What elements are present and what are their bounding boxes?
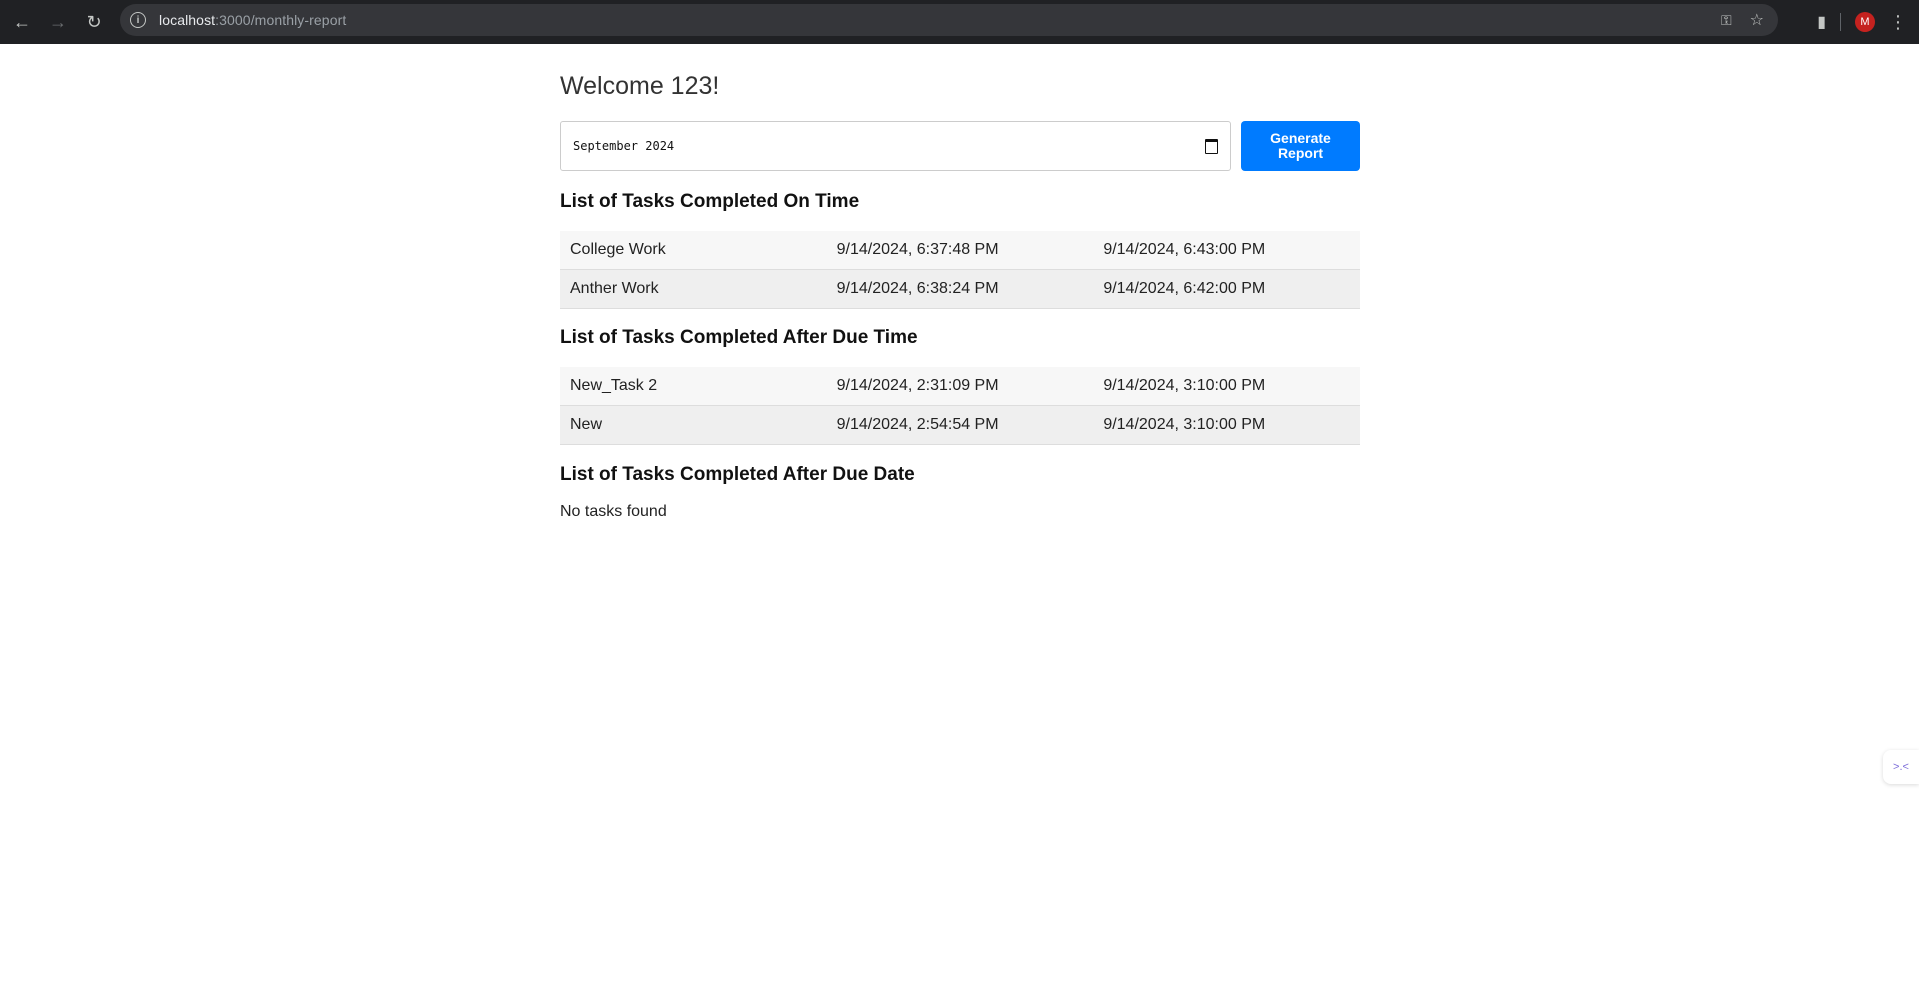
table-row: College Work 9/14/2024, 6:37:48 PM 9/14/… [560,231,1360,270]
table-row: Anther Work 9/14/2024, 6:38:24 PM 9/14/2… [560,269,1360,309]
calendar-icon[interactable] [1205,138,1218,154]
extensions-puzzle-icon[interactable]: ▮ [1817,12,1826,32]
section-title-on-time: List of Tasks Completed On Time [560,191,860,212]
task-name-cell: New_Task 2 [560,367,827,406]
month-value: September 2024 [573,139,675,153]
due-at-cell: 9/14/2024, 3:10:00 PM [1093,405,1360,445]
task-name-cell: College Work [560,231,827,270]
table-row: New 9/14/2024, 2:54:54 PM 9/14/2024, 3:1… [560,405,1360,445]
site-info-icon[interactable]: i [130,12,146,28]
completed-at-cell: 9/14/2024, 2:31:09 PM [826,367,1094,406]
empty-state-text: No tasks found [560,503,667,520]
due-at-cell: 9/14/2024, 6:43:00 PM [1093,231,1360,270]
completed-at-cell: 9/14/2024, 2:54:54 PM [826,405,1094,445]
month-picker-input[interactable]: September 2024 [560,121,1231,171]
browser-toolbar: ← → ↻ i localhost:3000/monthly-report ⚿ … [0,0,1919,44]
bookmark-star-icon[interactable]: ☆ [1750,10,1764,30]
profile-avatar[interactable]: M [1855,12,1875,32]
section-title-after-due-date: List of Tasks Completed After Due Date [560,464,915,485]
task-name-cell: New [560,405,827,445]
report-container: Welcome 123! September 2024 Generate Rep… [560,44,1360,521]
section-title-after-due-time: List of Tasks Completed After Due Time [560,327,918,348]
url-text[interactable]: localhost:3000/monthly-report [159,12,346,28]
url-host: localhost [159,12,216,28]
toolbar-divider [1840,13,1841,31]
back-arrow-icon[interactable]: ← [4,4,40,40]
menu-kebab-icon[interactable]: ⋮ [1889,13,1907,31]
address-bar[interactable]: i localhost:3000/monthly-report ⚿ ☆ [120,4,1778,36]
completed-at-cell: 9/14/2024, 6:38:24 PM [826,269,1094,309]
due-at-cell: 9/14/2024, 3:10:00 PM [1093,367,1360,406]
task-name-cell: Anther Work [560,269,827,309]
due-at-cell: 9/14/2024, 6:42:00 PM [1093,269,1360,309]
forward-arrow-icon[interactable]: → [40,4,76,40]
welcome-heading: Welcome 123! [560,72,720,100]
on-time-tasks-table: College Work 9/14/2024, 6:37:48 PM 9/14/… [560,231,1360,309]
after-due-time-tasks-table: New_Task 2 9/14/2024, 2:31:09 PM 9/14/20… [560,367,1360,445]
table-row: New_Task 2 9/14/2024, 2:31:09 PM 9/14/20… [560,367,1360,406]
generate-report-button[interactable]: Generate Report [1241,121,1360,171]
reload-icon[interactable]: ↻ [76,4,112,40]
password-key-icon[interactable]: ⚿ [1721,12,1732,29]
url-path: :3000/monthly-report [215,12,347,28]
report-form: September 2024 Generate Report [560,121,1360,171]
side-panel-toggle-icon[interactable]: >.< [1883,750,1919,784]
completed-at-cell: 9/14/2024, 6:37:48 PM [826,231,1094,270]
